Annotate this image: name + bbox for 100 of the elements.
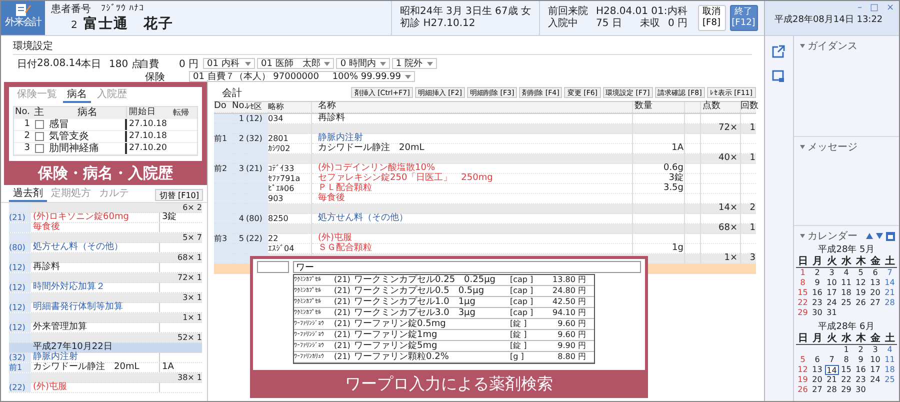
calendar-day[interactable]: 24 — [868, 375, 882, 385]
outpatient-billing-button[interactable]: 外来会計 — [1, 1, 45, 35]
calendar-day[interactable]: 28 — [824, 385, 839, 395]
calendar-day[interactable]: 14 — [824, 365, 839, 375]
calendar-day[interactable]: 16 — [854, 365, 868, 375]
calendar-day[interactable]: 21 — [882, 288, 897, 298]
calendar-day[interactable]: 17 — [824, 288, 839, 298]
calendar-day[interactable]: 16 — [810, 288, 824, 298]
close-button[interactable]: × — [884, 3, 896, 13]
calendar-day[interactable]: 3 — [868, 345, 882, 355]
category-code: (12) — [9, 303, 31, 312]
calendar-day[interactable]: 4 — [882, 345, 897, 355]
calendar-day[interactable]: 20 — [868, 288, 882, 298]
section-header[interactable]: ガイダンス — [796, 39, 858, 53]
dropdown[interactable]: 0 時間内 — [336, 58, 390, 69]
drug-search-field[interactable]: ワー — [293, 261, 641, 273]
calendar-day[interactable]: 6 — [810, 355, 824, 365]
dropdown[interactable]: 1 院外 — [392, 58, 437, 69]
table-cell-text: 1 — [23, 119, 31, 130]
calendar-day[interactable]: 22 — [796, 298, 810, 308]
table-cell: 22 — [268, 234, 312, 244]
calendar-day[interactable]: 25 — [882, 375, 897, 385]
calendar-day[interactable]: 15 — [839, 365, 854, 375]
finish-button[interactable]: 終了 [F12] — [730, 5, 758, 31]
table-cell: ＰＬ配合顆粒 — [312, 184, 632, 194]
calendar-day[interactable]: 11 — [882, 355, 897, 365]
section-header[interactable]: カレンダー — [796, 229, 858, 243]
calendar-day[interactable]: 10 — [824, 278, 839, 288]
calendar-day[interactable]: 9 — [854, 355, 868, 365]
dropdown[interactable]: 01 内科 — [203, 58, 255, 69]
cancel-button[interactable]: 取消 [F8] — [698, 5, 726, 31]
calendar-day[interactable]: 13 — [810, 365, 824, 375]
calendar-day[interactable]: 21 — [824, 375, 839, 385]
calendar-day[interactable]: 18 — [882, 365, 897, 375]
calendar-day[interactable]: 9 — [810, 278, 824, 288]
category-code: (32) — [9, 353, 31, 362]
calendar-day[interactable]: 22 — [839, 375, 854, 385]
table-cell: 0.6g — [632, 164, 684, 174]
calendar-day[interactable]: 27 — [868, 298, 882, 308]
calendar-day[interactable]: 1 — [839, 345, 854, 355]
calendar-day[interactable]: 12 — [854, 278, 868, 288]
category-code: (12) — [9, 323, 31, 332]
patient-number-label: 患者番号 — [51, 4, 91, 15]
calendar-day[interactable]: 27 — [810, 385, 824, 395]
calendar-day[interactable]: 8 — [839, 355, 854, 365]
calendar-day[interactable]: 3 — [824, 268, 839, 278]
section-header[interactable]: メッセージ — [796, 140, 858, 154]
table-cell: (外)屯服 — [312, 234, 632, 244]
calendar-day[interactable]: 5 — [854, 268, 868, 278]
calendar-day[interactable]: 26 — [854, 298, 868, 308]
weekday-label: 水 — [840, 256, 852, 267]
calendar-day[interactable]: 12 — [796, 365, 810, 375]
calendar-day[interactable]: 26 — [796, 385, 810, 395]
calendar-day[interactable]: 19 — [796, 375, 810, 385]
calendar-day[interactable]: 6 — [868, 268, 882, 278]
switch-button[interactable]: 切替 [F10] — [155, 188, 203, 200]
calendar-day[interactable]: 2 — [810, 268, 824, 278]
table-cell: 前3 — [214, 234, 232, 244]
calendar-day[interactable]: 7 — [882, 268, 897, 278]
insurance-dropdown[interactable]: 01 自費７（本人） 97000000 100% 99.99.99 — [189, 71, 415, 82]
calendar-day[interactable]: 29 — [839, 385, 854, 395]
calendar-day[interactable]: 14 — [882, 278, 897, 288]
history-entry: 明細書発行体制等加算 — [32, 303, 124, 312]
patient-kana: ﾌｼﾞﾂｳ ﾊﾅｺ — [101, 4, 144, 15]
month-title: 平成28年 5月 — [817, 245, 876, 256]
calendar-day[interactable]: 5 — [796, 355, 810, 365]
points-total: 52× 1 — [176, 333, 202, 342]
calendar-day[interactable]: 4 — [839, 268, 854, 278]
calendar-day[interactable]: 23 — [810, 298, 824, 308]
insurance-label: 保険 — [145, 70, 166, 84]
calendar-day[interactable]: 28 — [882, 298, 897, 308]
calendar-day[interactable]: 31 — [824, 308, 839, 318]
calendar-day[interactable]: 19 — [854, 288, 868, 298]
calendar-day[interactable]: 30 — [854, 385, 868, 395]
calendar-day[interactable]: 1 — [796, 268, 810, 278]
calendar-day[interactable]: 30 — [810, 308, 824, 318]
category-code: 前1 — [9, 363, 31, 372]
column-header: ﾚｾ区 — [246, 102, 268, 113]
calendar-day[interactable]: 29 — [796, 308, 810, 318]
calendar-day[interactable]: 13 — [868, 278, 882, 288]
table-cell: (80) — [246, 214, 268, 224]
calendar-day[interactable]: 10 — [868, 355, 882, 365]
calendar-day[interactable]: 23 — [854, 375, 868, 385]
calendar-day[interactable]: 17 — [868, 365, 882, 375]
calendar-day[interactable]: 7 — [824, 355, 839, 365]
calendar-day[interactable]: 24 — [824, 298, 839, 308]
table-cell: 感冒 — [46, 119, 127, 130]
calendar-day[interactable]: 15 — [796, 288, 810, 298]
calendar-day[interactable]: 2 — [854, 345, 868, 355]
table-cell: 静脈内注射 — [312, 134, 632, 144]
dropdown[interactable]: 01 医師 太郎 — [257, 58, 334, 69]
calendar-day[interactable]: 18 — [839, 288, 854, 298]
calendar-day[interactable]: 11 — [839, 278, 854, 288]
calendar-day[interactable]: 20 — [810, 375, 824, 385]
tab[interactable]: 病名 — [63, 89, 91, 103]
weekday-label: 木 — [854, 333, 867, 344]
maximize-button[interactable]: □ — [868, 3, 880, 13]
calendar-day[interactable]: 8 — [796, 278, 810, 288]
minimize-button[interactable]: – — [855, 3, 864, 13]
calendar-day[interactable]: 25 — [839, 298, 854, 308]
